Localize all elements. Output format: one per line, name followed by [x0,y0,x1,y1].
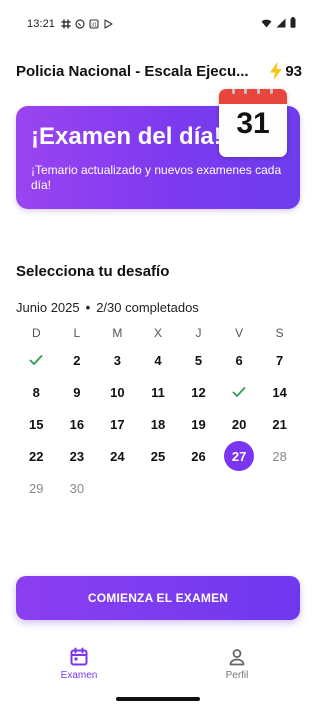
weekday-label: D [31,326,41,340]
calendar-day[interactable]: 18 [138,408,179,440]
calendar-badge-day: 31 [236,107,270,140]
calendar-week-row: 15 16 17 18 19 20 21 [16,408,300,440]
calendar-day[interactable]: 19 [178,408,219,440]
status-left: 13:21 31 [27,18,113,30]
app-title[interactable]: Policia Nacional - Escala Ejecu... [16,63,249,80]
weekday-label: M [112,326,123,340]
calendar-ring [232,89,235,94]
calendar-day[interactable]: 4 [138,344,179,376]
calendar-ring [257,89,260,94]
calendar-day: 29 [29,480,44,496]
calendar-day[interactable]: 22 [16,440,57,472]
person-icon [229,649,245,666]
calendar-day[interactable]: 12 [178,376,219,408]
signal-icon [276,18,286,27]
calendar-day[interactable]: 17 [97,408,138,440]
calendar-31-icon: 31 [89,19,99,29]
calendar-day[interactable]: 3 [97,344,138,376]
calendar-day[interactable]: 6 [219,344,260,376]
banner-title: ¡Examen del día! [31,123,222,150]
calendar-week-row: 29 30 [16,472,300,504]
calendar-week-row: 22 23 24 25 26 27 28 [16,440,300,472]
lightning-icon [270,62,283,80]
calendar-day-completed[interactable] [219,376,260,408]
calendar-badge-header [219,89,287,104]
calendar-day[interactable]: 7 [259,344,300,376]
month-calendar: D L M X J V S 2 3 4 5 6 7 8 9 10 11 12 14 15 16 17 18 19… [16,322,300,504]
calendar-day[interactable]: 11 [138,376,179,408]
play-store-icon [104,19,113,29]
calendar-day[interactable]: 24 [97,440,138,472]
checkmark-icon [232,387,246,397]
calendar-ring [270,89,273,94]
weekday-label: L [73,326,81,340]
calendar-badge: 31 [219,89,287,157]
calendar-day-today[interactable]: 27 [219,440,260,472]
whatsapp-icon [75,19,85,29]
calendar-day: 28 [272,448,287,464]
calendar-day[interactable]: 26 [178,440,219,472]
nav-item-perfil[interactable]: Perfil [158,638,316,690]
status-right [261,17,296,28]
weekday-label: V [235,326,244,340]
weekday-label: S [275,326,284,340]
calendar-day[interactable]: 16 [57,408,98,440]
calendar-day-number: 27 [224,441,255,471]
weekday-header-row: D L M X J V S [16,322,300,344]
calendar-ring [244,89,247,94]
nav-item-examen[interactable]: Examen [0,638,158,690]
month-label: Junio 2025 [16,300,80,315]
calendar-week-row: 234567 [16,344,300,376]
start-exam-button[interactable]: COMIENZA EL EXAMEN [16,576,300,620]
app-header: Policia Nacional - Escala Ejecu... 93 [16,59,302,83]
banner-subtitle: ¡Temario actualizado y nuevos examenes c… [31,163,282,192]
calendar-day[interactable]: 9 [57,376,98,408]
calendar-day[interactable]: 14 [259,376,300,408]
calendar-day[interactable]: 2 [57,344,98,376]
calendar-day[interactable]: 5 [178,344,219,376]
home-indicator [116,697,200,701]
calendar-day[interactable]: 21 [259,408,300,440]
checkmark-icon [29,355,43,365]
calendar-day-completed[interactable] [16,344,57,376]
bottom-nav: Examen Perfil [0,638,316,690]
notification-icons: 31 [61,19,113,29]
weekday-label: J [195,326,202,340]
calendar-day[interactable]: 23 [57,440,98,472]
calendar-day: 30 [69,480,85,496]
weekday-label: X [153,326,162,340]
calendar-day[interactable]: 15 [16,408,57,440]
separator-dot: • [85,300,91,315]
progress-label: 2/30 completados [96,300,199,315]
calendar-week-row: 8 9 10 11 12 14 [16,376,300,408]
nav-label-examen: Examen [60,670,98,681]
nav-label-perfil: Perfil [225,670,249,681]
calendar-icon [70,647,88,666]
streak-count: 93 [285,62,302,80]
slack-icon [61,19,71,29]
calendar-day[interactable]: 25 [138,440,179,472]
battery-icon [290,17,296,28]
streak-counter[interactable]: 93 [269,62,302,80]
calendar-day[interactable]: 20 [219,408,260,440]
wifi-icon [261,19,272,27]
section-title: Selecciona tu desafío [16,263,170,280]
calendar-weeks: 2 3 4 5 6 7 8 9 10 11 12 14 15 16 17 18 19 20 21 22 23 24 25 26… [16,344,300,504]
calendar-day[interactable]: 10 [97,376,138,408]
status-time: 13:21 [27,18,56,30]
month-progress: Junio 2025 • 2/30 completados [16,300,199,315]
svg-text:31: 31 [91,23,97,29]
calendar-day[interactable]: 8 [16,376,57,408]
status-bar: 13:21 31 [0,0,316,50]
